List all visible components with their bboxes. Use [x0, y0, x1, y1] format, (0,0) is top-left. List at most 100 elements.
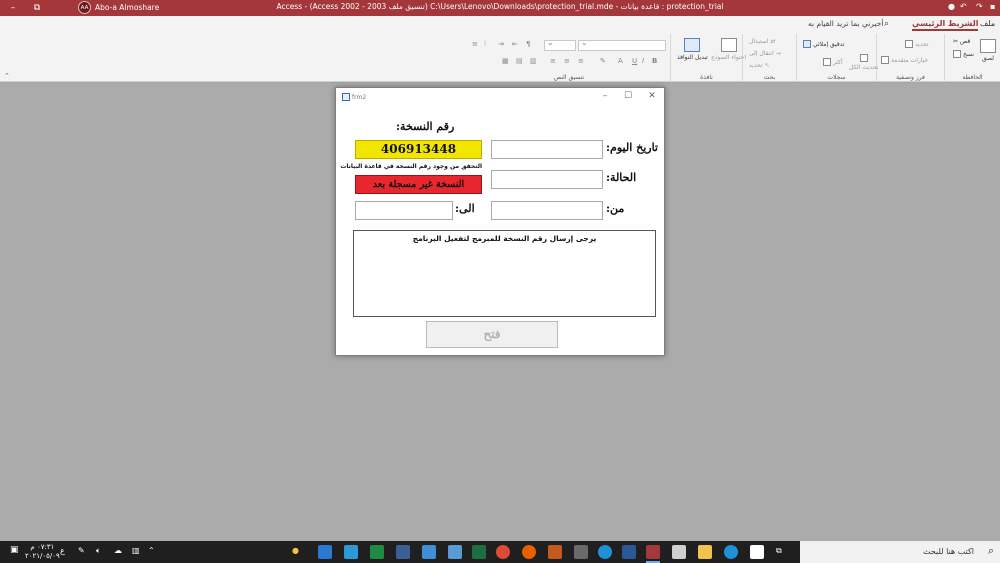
indent-icon[interactable]: ⇥: [498, 40, 504, 48]
tab-file[interactable]: ملف: [980, 19, 995, 28]
select-button[interactable]: تحديد ↖: [749, 62, 770, 69]
bold-button[interactable]: B: [652, 57, 657, 65]
more-records-button[interactable]: أكثر: [823, 58, 843, 66]
font-size-combo[interactable]: [544, 38, 576, 51]
minimize-icon[interactable]: –: [599, 91, 611, 101]
italic-button[interactable]: I: [642, 57, 644, 65]
font-color-button[interactable]: A: [618, 57, 623, 65]
app-taskbar-icon-2[interactable]: [344, 545, 358, 559]
group-find: استبدال ⇄ انتقال إلى → تحديد ↖ بحث: [742, 34, 796, 82]
align-center-icon[interactable]: ≡: [564, 57, 570, 65]
chrome-icon[interactable]: [496, 545, 510, 559]
paste-button[interactable]: لصق: [980, 39, 996, 62]
serial-number-field[interactable]: 406913448: [355, 140, 482, 159]
tab-home[interactable]: الشريط الرئيسي: [912, 19, 979, 31]
filter-select-button[interactable]: تحديد: [905, 40, 929, 48]
paste-icon: [980, 39, 996, 53]
group-window: احتواء النموذج تبديل النوافذ نافذة: [670, 34, 746, 82]
message-box[interactable]: يرجى إرسال رقم النسخة للمبرمج لتفعيل الب…: [353, 230, 656, 317]
background-color-icon[interactable]: ▤: [516, 57, 523, 65]
replace-button[interactable]: استبدال ⇄: [749, 38, 776, 45]
more-icon: [823, 58, 831, 66]
form-title-bar: frm2 – ☐ ✕: [336, 88, 664, 107]
firefox-icon[interactable]: [522, 545, 536, 559]
group-text-format: ≡ ⁝ ⇥ ⇤ ¶ B I U A ✎ ≡ ≡ ≡ ▦ ▤ ▥ تنسيق ال…: [468, 34, 670, 82]
taskbar-search[interactable]: اكتب هنا للبحث ⌕: [800, 541, 1000, 563]
copy-icon: [953, 50, 961, 58]
registration-status: النسخة غير مسجلة بعد: [355, 175, 482, 194]
group-records: تدقيق إملائي تحديث الكل أكثر سجلات: [796, 34, 879, 82]
network-icon[interactable]: ▥: [132, 546, 140, 555]
to-date-field[interactable]: [355, 201, 453, 220]
bullets-icon[interactable]: ⁝: [484, 40, 486, 48]
form-title: frm2: [352, 94, 367, 101]
switch-windows-button[interactable]: تبديل النوافذ: [677, 38, 708, 61]
gridlines-icon[interactable]: ▦: [502, 57, 509, 65]
goto-button[interactable]: انتقال إلى →: [749, 50, 781, 57]
app-taskbar-icon-5[interactable]: [422, 545, 436, 559]
highlight-icon[interactable]: ✎: [600, 57, 606, 65]
window-title: Access - (Access 2002 - 2003 تنسيق ملف) …: [276, 2, 724, 11]
align-right-icon[interactable]: ≡: [550, 57, 556, 65]
excel-icon[interactable]: [472, 545, 486, 559]
app-taskbar-icon-6[interactable]: [448, 545, 462, 559]
task-view-icon[interactable]: ⧉: [776, 546, 782, 556]
app-taskbar-icon-1[interactable]: [318, 545, 332, 559]
weather-icon[interactable]: ●: [292, 546, 299, 555]
cloud-icon[interactable]: ☁: [114, 546, 122, 555]
app-taskbar-icon-8[interactable]: [574, 545, 588, 559]
outdent-icon[interactable]: ⇤: [512, 40, 518, 48]
access-icon[interactable]: [646, 545, 660, 559]
notifications-icon[interactable]: ▣: [10, 545, 19, 555]
file-explorer-icon[interactable]: [698, 545, 712, 559]
clock[interactable]: ٠٧:٣١ م ٢٠٢١/٠٥/٠٩: [25, 543, 60, 561]
app-taskbar-icon-3[interactable]: [370, 545, 384, 559]
copy-button[interactable]: نسخ: [953, 50, 974, 58]
spelling-button[interactable]: تدقيق إملائي: [803, 40, 845, 48]
font-name-combo[interactable]: [578, 38, 666, 51]
app-taskbar-icon-4[interactable]: [396, 545, 410, 559]
check-note: التحقق من وجود رقم النسخة في قاعدة البيا…: [340, 163, 482, 170]
save-icon[interactable]: ▪: [990, 2, 995, 11]
group-label-records: سجلات: [827, 74, 846, 81]
volume-icon[interactable]: 🔈︎: [96, 546, 101, 556]
cut-button[interactable]: ✂ قص: [953, 38, 970, 45]
redo-icon[interactable]: ↷: [976, 2, 983, 11]
label-to: الى:: [455, 202, 475, 215]
spelling-icon: [803, 40, 811, 48]
replace-icon: ⇄: [770, 38, 776, 45]
from-date-field[interactable]: [491, 201, 603, 220]
edge-icon[interactable]: [598, 545, 612, 559]
word-icon[interactable]: [622, 545, 636, 559]
status-field[interactable]: [491, 170, 603, 189]
alternate-row-icon[interactable]: ▥: [530, 57, 537, 65]
open-button[interactable]: فتح: [426, 321, 558, 348]
maximize-icon[interactable]: ☐: [622, 91, 634, 101]
lightbulb-search-icon[interactable]: ⌕: [884, 19, 889, 29]
collapse-ribbon-icon[interactable]: ⌃: [4, 72, 10, 80]
ribbon: لصق ✂ قص نسخ الحافظة تحديد خيارات متقدمة …: [0, 34, 1000, 82]
today-date-field[interactable]: [491, 140, 603, 159]
select-icon: ↖: [764, 62, 770, 69]
size-to-fit-button[interactable]: احتواء النموذج: [711, 38, 746, 61]
activation-message: يرجى إرسال رقم النسخة للمبرمج لتفعيل الب…: [412, 234, 597, 243]
app-taskbar-icon-7[interactable]: [548, 545, 562, 559]
store-icon[interactable]: [750, 545, 764, 559]
filter-icon: [905, 40, 913, 48]
advanced-filter-button[interactable]: خيارات متقدمة: [881, 56, 928, 64]
edge-legacy-icon[interactable]: [724, 545, 738, 559]
underline-button[interactable]: U: [632, 57, 637, 65]
align-left-icon[interactable]: ≡: [578, 57, 584, 65]
undo-icon[interactable]: ↶: [960, 2, 967, 11]
refresh-all-button[interactable]: تحديث الكل: [849, 54, 879, 71]
rtl-icon[interactable]: ¶: [526, 40, 530, 48]
mail-icon[interactable]: [672, 545, 686, 559]
pen-icon[interactable]: ✎: [78, 546, 85, 555]
tray-expand-icon[interactable]: ⌃: [148, 546, 155, 555]
language-indicator[interactable]: ع: [60, 546, 65, 555]
numbering-icon[interactable]: ≡: [472, 40, 478, 48]
ribbon-tabs: ملف الشريط الرئيسي ⌕ أخبرني بما تريد الق…: [0, 16, 1000, 34]
tell-me-box[interactable]: أخبرني بما تريد القيام به: [808, 19, 883, 28]
close-icon[interactable]: ✕: [646, 91, 658, 101]
title-bar: – ⧉ AA Abo-a Almoshare Access - (Access …: [0, 0, 1000, 16]
